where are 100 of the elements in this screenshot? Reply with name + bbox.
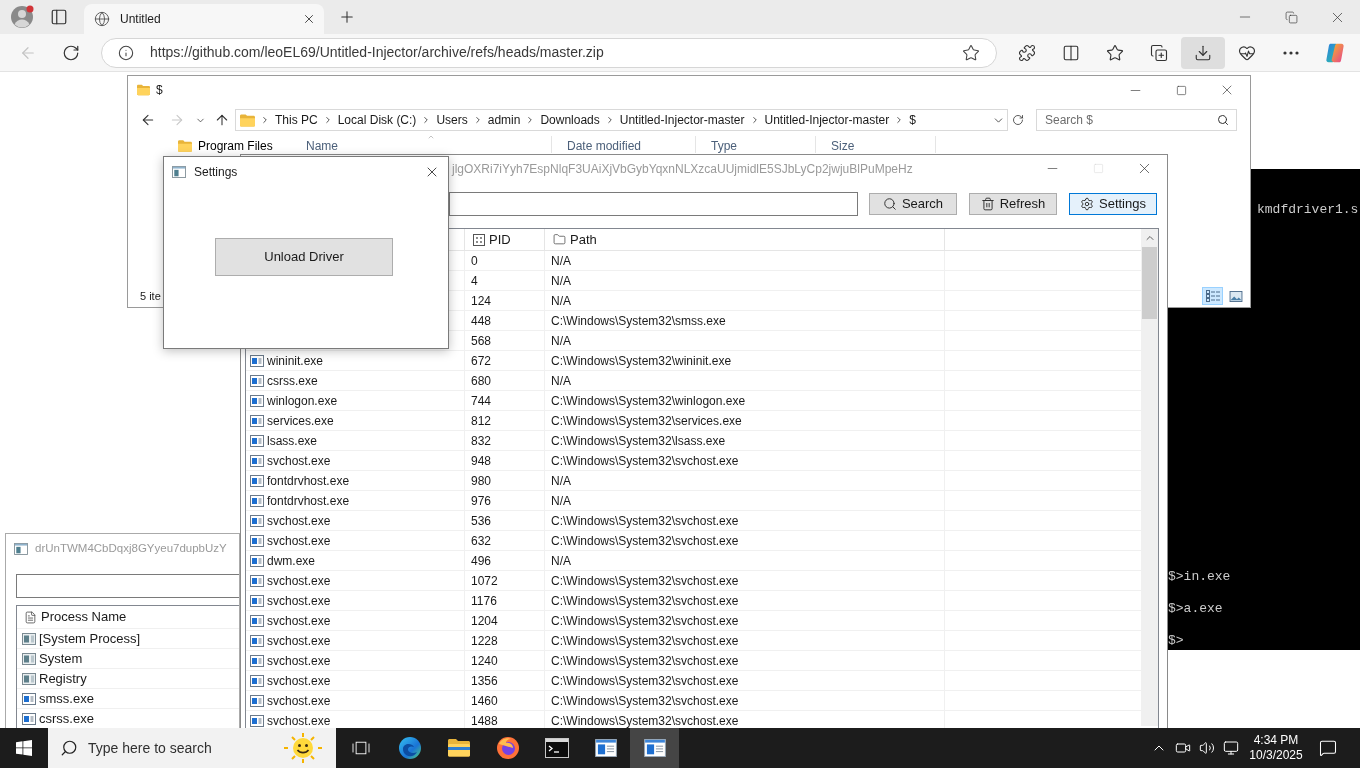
new-tab-icon[interactable] <box>338 8 356 26</box>
scrollbar-thumb[interactable] <box>1142 247 1157 319</box>
network-icon[interactable] <box>1223 740 1239 756</box>
process-id: 948 <box>471 452 492 470</box>
process-search-field[interactable] <box>16 574 239 598</box>
process-name: dwm.exe <box>267 552 316 570</box>
process-name: svchost.exe <box>267 712 331 730</box>
browser-tab[interactable]: Untitled <box>84 4 324 34</box>
process-id: 1072 <box>471 572 498 590</box>
breadcrumb-link[interactable]: Users <box>436 111 468 129</box>
breadcrumb-link[interactable]: admin <box>487 111 521 129</box>
column-header[interactable]: Date modified <box>567 139 642 153</box>
breadcrumb-link[interactable]: Untitled-Injector-master <box>619 111 745 129</box>
process-name: svchost.exe <box>267 672 331 690</box>
column-header[interactable]: Name <box>306 139 338 153</box>
console-prompt-line: $> <box>1168 633 1185 649</box>
firefox-icon[interactable] <box>495 736 520 760</box>
refresh-icon[interactable] <box>62 43 80 62</box>
process-id: 496 <box>471 552 492 570</box>
program-window-icon <box>250 434 264 447</box>
breadcrumb-link[interactable]: This PC <box>275 111 318 129</box>
star-icon <box>1106 43 1124 62</box>
process-path: C:\Windows\System32\winlogon.exe <box>551 392 746 410</box>
refresh-button[interactable]: Refresh <box>969 193 1057 215</box>
column-header[interactable]: Size <box>831 139 855 153</box>
search-icon[interactable] <box>1217 114 1229 126</box>
program-window-icon <box>250 654 264 667</box>
process-path: C:\Windows\System32\svchost.exe <box>551 652 739 670</box>
maximize-icon[interactable] <box>1175 84 1187 96</box>
edge-browser-icon[interactable] <box>397 736 422 760</box>
task-view-icon[interactable] <box>351 740 370 756</box>
collections-icon <box>1150 43 1168 62</box>
process-path: C:\Windows\System32\svchost.exe <box>551 532 739 550</box>
app-window-icon[interactable] <box>643 739 666 757</box>
breadcrumb-link[interactable]: Untitled-Injector-master <box>764 111 890 129</box>
process-id: 744 <box>471 392 492 410</box>
process-path: C:\Windows\System32\lsass.exe <box>551 432 726 450</box>
column-header[interactable]: Type <box>711 139 737 153</box>
process-search-field[interactable] <box>449 192 858 216</box>
search-button[interactable]: Search <box>869 193 957 215</box>
folder-outline-icon <box>553 233 566 246</box>
column-header[interactable]: Process Name <box>41 607 127 627</box>
app-window-icon <box>14 543 28 555</box>
refresh-icon[interactable] <box>1012 114 1024 126</box>
taskbar-search-field[interactable]: Type here to search <box>48 728 336 768</box>
clock[interactable]: 4:34 PM 10/3/2025 <box>1243 733 1309 763</box>
process-id: 1228 <box>471 632 498 650</box>
search-icon <box>60 739 78 757</box>
vertical-scrollbar[interactable] <box>1141 229 1158 726</box>
window-title: drUnTWM4CbDqxj8GYyeu7dupbUzY <box>35 541 227 557</box>
nav-pane-item[interactable]: Program Files <box>198 139 273 153</box>
column-header[interactable]: PID <box>465 229 545 250</box>
process-path: C:\Windows\System32\svchost.exe <box>551 572 739 590</box>
document-icon <box>24 610 37 624</box>
program-window-icon <box>250 394 264 407</box>
process-id: 680 <box>471 372 492 390</box>
process-id: 980 <box>471 472 492 490</box>
process-path: C:\Windows\System32\svchost.exe <box>551 692 739 710</box>
program-window-icon <box>250 354 264 367</box>
process-path: N/A <box>551 472 571 490</box>
camera-icon[interactable] <box>1175 740 1191 756</box>
details-view-button[interactable] <box>1202 287 1223 305</box>
address-breadcrumb-bar[interactable]: This PC Local Disk (C:) Users admin Downloads Untitled-Injector-master Untitled-Injector-master $ <box>235 109 1008 131</box>
breadcrumb-link[interactable]: Downloads <box>540 111 600 129</box>
process-id: 448 <box>471 312 492 330</box>
program-window-icon <box>250 374 264 387</box>
app-window-icon[interactable] <box>594 739 617 757</box>
folder-icon[interactable] <box>446 738 471 758</box>
process-name: svchost.exe <box>267 452 331 470</box>
windows-start-icon[interactable] <box>16 740 32 756</box>
tab-actions-icon[interactable] <box>50 8 68 26</box>
process-name: fontdrvhost.exe <box>267 472 350 490</box>
downloads-button[interactable] <box>1181 36 1225 69</box>
info-icon[interactable] <box>118 44 134 61</box>
close-tab-icon[interactable] <box>302 12 316 26</box>
profile-avatar-icon[interactable] <box>10 5 34 29</box>
window-icon <box>22 672 36 685</box>
volume-icon[interactable] <box>1199 740 1215 756</box>
breadcrumb-link[interactable]: Local Disk (C:) <box>337 111 417 129</box>
terminal-icon[interactable] <box>544 738 569 758</box>
notifications-icon[interactable] <box>1319 739 1337 757</box>
breadcrumb-link[interactable]: $ <box>909 111 916 129</box>
settings-button[interactable]: Settings <box>1069 193 1157 215</box>
restore-icon[interactable] <box>1284 10 1298 24</box>
process-path: C:\Windows\System32\svchost.exe <box>551 712 739 730</box>
process-path: N/A <box>551 272 571 290</box>
program-window-icon <box>250 694 264 707</box>
process-path: N/A <box>551 292 571 310</box>
address-bar[interactable]: https://github.com/leoEL69/Untitled-Injector/archive/refs/heads/master.zip <box>101 37 997 68</box>
process-id: 1356 <box>471 672 498 690</box>
favorite-star-icon[interactable] <box>962 43 980 62</box>
window-icon <box>22 632 36 645</box>
unload-driver-button[interactable]: Unload Driver <box>215 238 393 276</box>
window-title: jlgOXRi7iYyh7EspNlqF3UAiXjVbGybYqxnNLXzcaUUjmidlE5SJbLyCp2jwjuBlPuMpeHz <box>452 160 913 178</box>
search-field[interactable]: Search $ <box>1036 109 1237 131</box>
up-arrow-icon[interactable] <box>214 112 230 128</box>
program-window-icon <box>250 474 264 487</box>
column-header[interactable]: Path <box>545 229 945 250</box>
program-window-icon <box>250 594 264 607</box>
taskbar-app-button[interactable] <box>630 728 679 768</box>
